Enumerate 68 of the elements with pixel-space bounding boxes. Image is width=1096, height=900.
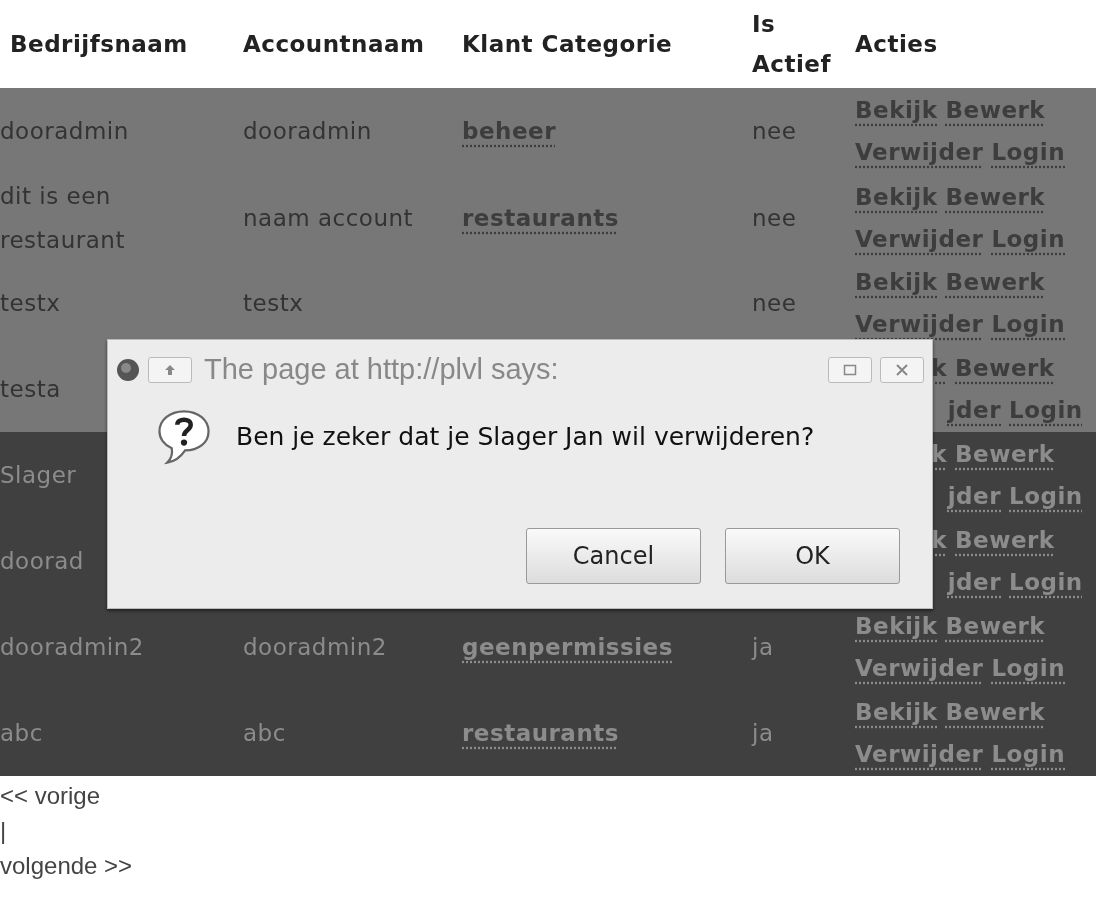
- pagination-link[interactable]: volgende >>: [0, 848, 133, 883]
- action-link[interactable]: Bewerk: [955, 441, 1055, 467]
- table-cell-text: abc: [0, 719, 43, 748]
- category-link[interactable]: beheer: [462, 118, 556, 144]
- maximize-icon: [843, 363, 857, 376]
- close-button[interactable]: [880, 356, 924, 383]
- action-link[interactable]: Verwijder: [855, 226, 984, 252]
- ok-button[interactable]: OK: [725, 528, 900, 584]
- column-header: Klant Categorie: [462, 30, 673, 59]
- table-cell: abc: [243, 720, 286, 746]
- action-link[interactable]: Bewerk: [955, 355, 1055, 381]
- table-cell: ja: [752, 634, 774, 660]
- maximize-button[interactable]: [828, 356, 872, 383]
- action-link[interactable]: Bekijk: [855, 184, 938, 210]
- column-header: Is Actief: [752, 10, 832, 79]
- category-link[interactable]: restaurants: [462, 205, 619, 231]
- table-cell: testx: [243, 290, 304, 316]
- up-button[interactable]: [148, 356, 192, 383]
- globe-icon: [116, 357, 140, 382]
- table-cell: nee: [752, 118, 797, 144]
- table-cell-text: Slager: [0, 461, 77, 490]
- action-link[interactable]: Login: [1009, 397, 1083, 423]
- action-link[interactable]: Login: [1009, 569, 1083, 595]
- action-link[interactable]: Bekijk: [855, 699, 938, 725]
- dialog-message: Ben je zeker dat je Slager Jan wil verwijderen?: [236, 420, 815, 453]
- cancel-button[interactable]: Cancel: [526, 528, 701, 584]
- category-link[interactable]: restaurants: [462, 720, 619, 746]
- action-link[interactable]: Verwijder: [855, 311, 984, 337]
- action-link[interactable]: Bewerk: [945, 269, 1046, 295]
- action-link[interactable]: Verwijder: [855, 139, 984, 165]
- action-link[interactable]: Bekijk: [855, 613, 938, 639]
- action-link[interactable]: Bekijk: [855, 97, 938, 123]
- action-link[interactable]: Login: [991, 741, 1066, 767]
- column-header: Acties: [855, 30, 938, 59]
- table-cell: nee: [752, 205, 797, 231]
- arrow-up-icon: [163, 362, 177, 377]
- table-cell: nee: [752, 290, 797, 316]
- action-link[interactable]: Login: [991, 139, 1066, 165]
- action-link[interactable]: Login: [991, 226, 1066, 252]
- separator-text: |: [0, 816, 7, 846]
- action-link[interactable]: Login: [991, 655, 1066, 681]
- table-cell-text: dit is een restaurant: [0, 182, 126, 255]
- table-cell-text: doorad: [0, 547, 84, 576]
- table-cell: naam account: [243, 205, 414, 231]
- action-link[interactable]: Bewerk: [945, 613, 1046, 639]
- close-icon: [895, 362, 909, 377]
- category-link[interactable]: geenpermissies: [462, 634, 673, 660]
- action-link[interactable]: Verwijder: [855, 741, 984, 767]
- column-header: Accountnaam: [243, 30, 425, 59]
- table-cell-text: dooradmin2: [0, 633, 144, 662]
- action-link[interactable]: Bewerk: [945, 184, 1046, 210]
- column-header: Bedrijfsnaam: [9, 30, 188, 59]
- table-cell-text: dooradmin: [0, 117, 129, 146]
- action-link[interactable]: Verwijder: [855, 655, 984, 681]
- table-cell: dooradmin2: [243, 634, 387, 660]
- table-cell: dooradmin: [243, 118, 372, 144]
- dialog-title: The page at http://plvl says:: [204, 352, 560, 387]
- pagination-link[interactable]: << vorige: [0, 778, 101, 813]
- action-link[interactable]: Bekijk: [855, 269, 938, 295]
- question-icon: [156, 407, 212, 466]
- action-link[interactable]: Bewerk: [945, 97, 1046, 123]
- action-link[interactable]: Login: [1009, 483, 1083, 509]
- action-link[interactable]: Login: [991, 311, 1066, 337]
- action-link[interactable]: Bewerk: [955, 527, 1055, 553]
- table-cell: ja: [752, 720, 774, 746]
- action-link[interactable]: Bewerk: [945, 699, 1046, 725]
- table-cell-text: testx: [0, 289, 61, 318]
- table-cell-text: testa: [0, 375, 61, 404]
